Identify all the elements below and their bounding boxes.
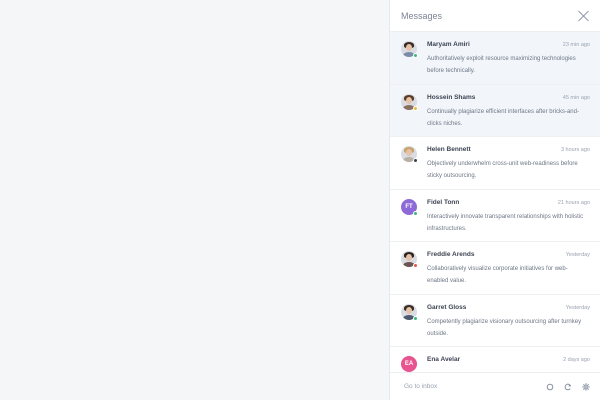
status-dot	[413, 105, 418, 111]
message-header: Fidel Tonn 21 hours ago	[427, 199, 590, 209]
sender-name: Freddie Arends	[427, 251, 475, 258]
status-dot	[413, 53, 418, 58]
message-preview: Continually plagiarize efficient interfa…	[427, 108, 579, 127]
message-preview: Authoritatively exploit resource maximiz…	[427, 56, 576, 74]
message-item[interactable]: EA Ena Avelar 2 days ago	[390, 347, 600, 372]
message-preview: Collaboratively visualize corporate init…	[427, 266, 568, 284]
message-item[interactable]: FT Fidel Tonn 21 hours ago Interactively in…	[390, 190, 600, 242]
avatar	[401, 146, 418, 163]
message-item[interactable]: Garret Gloss Yesterday Competently plagiar…	[390, 295, 600, 347]
panel-footer: Go to inbox	[390, 372, 600, 400]
message-time: 3 hours ago	[560, 147, 590, 153]
message-header: Freddie Arends Yesterday	[427, 251, 590, 261]
avatar-initials: FT	[405, 203, 413, 210]
avatar	[401, 93, 418, 111]
message-header: Maryam Amiri 23 min ago	[427, 41, 590, 51]
message-time: 2 days ago	[563, 357, 590, 363]
sender-name: Garret Gloss	[427, 303, 467, 311]
footer-actions	[546, 382, 590, 391]
message-item[interactable]: Freddie Arends Yesterday Collaboratively v…	[390, 242, 600, 295]
messages-panel: Messages Maryam Amiri 23 min ago Authorita…	[389, 0, 600, 400]
avatar: FT	[401, 198, 418, 216]
page-backdrop	[0, 0, 389, 400]
status-dot	[413, 315, 418, 321]
message-time: 45 min ago	[562, 94, 590, 101]
settings-icon[interactable]	[582, 382, 590, 391]
message-time: 23 min ago	[562, 42, 590, 48]
go-to-inbox-link[interactable]: Go to inbox	[404, 383, 437, 390]
close-icon[interactable]	[578, 10, 590, 22]
sender-name: Maryam Amiri	[427, 41, 470, 48]
avatar	[401, 251, 418, 268]
message-time: Yesterday	[565, 304, 590, 311]
sender-name: Ena Avelar	[427, 356, 461, 363]
message-preview: Objectively underwhelm cross-unit web-re…	[427, 161, 578, 179]
circle-icon[interactable]	[546, 383, 554, 391]
avatar	[401, 41, 418, 58]
message-header: Ena Avelar 2 days ago	[427, 356, 590, 366]
message-header: Helen Bennett 3 hours ago	[427, 146, 590, 156]
message-header: Hossein Shams 45 min ago	[427, 94, 590, 104]
message-preview: Interactively innovate transparent relat…	[427, 213, 584, 232]
sender-name: Hossein Shams	[427, 93, 476, 101]
refresh-icon[interactable]	[564, 383, 572, 391]
panel-header: Messages	[390, 0, 600, 32]
message-list: Maryam Amiri 23 min ago Authoritatively ex…	[390, 32, 600, 372]
avatar-initials: EA	[404, 361, 414, 367]
status-dot	[413, 158, 418, 163]
message-preview: Competently plagiarize visionary outsour…	[427, 318, 582, 337]
message-time: 21 hours ago	[557, 199, 590, 206]
message-time: Yesterday	[565, 252, 590, 258]
message-item[interactable]: Maryam Amiri 23 min ago Authoritatively ex…	[390, 32, 600, 85]
status-dot	[413, 263, 418, 268]
message-item[interactable]: Hossein Shams 45 min ago Continually plagi…	[390, 84, 600, 137]
avatar: EA	[401, 356, 417, 372]
message-item[interactable]: Helen Bennett 3 hours ago Objectively unde…	[390, 137, 600, 190]
avatar	[401, 303, 418, 321]
sender-name: Helen Bennett	[427, 146, 471, 153]
status-dot	[413, 210, 418, 216]
message-header: Garret Gloss Yesterday	[427, 304, 590, 314]
sender-name: Fidel Tonn	[427, 198, 460, 206]
panel-title: Messages	[401, 10, 443, 21]
